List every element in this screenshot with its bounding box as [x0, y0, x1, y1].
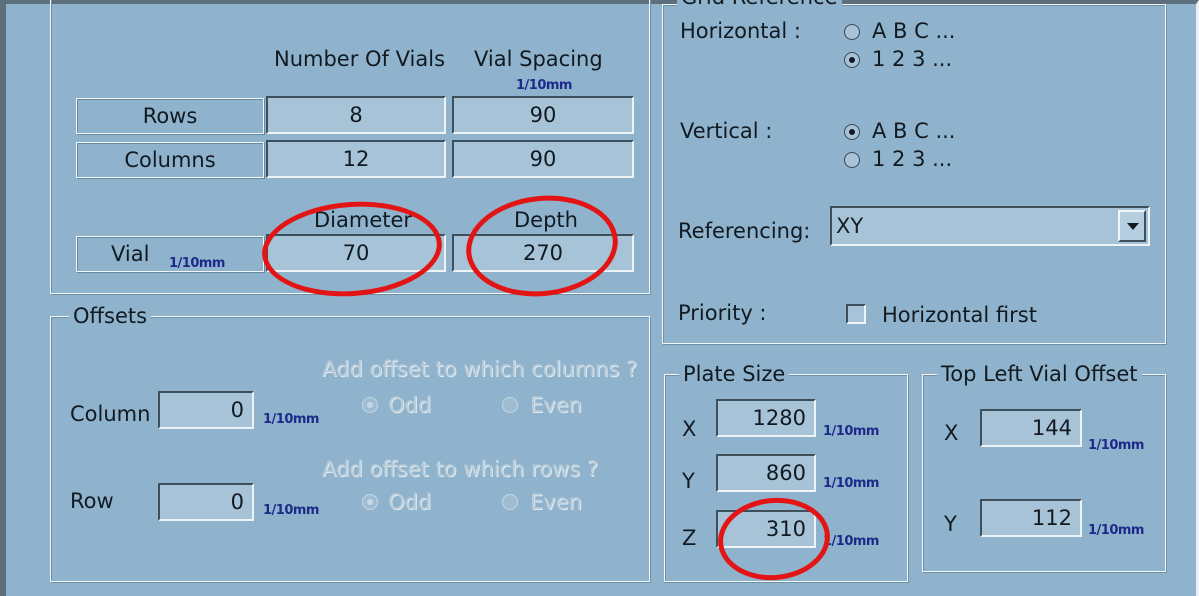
offset-x-field[interactable]: 144: [980, 409, 1082, 447]
row-offset-unit: 1/10mm: [263, 503, 319, 518]
offsets-title: Offsets: [69, 303, 152, 329]
column-offset-label: Column: [70, 402, 151, 426]
offset-y-label: Y: [944, 512, 957, 536]
plate-x-label: X: [682, 417, 697, 441]
offset-y-field[interactable]: 112: [980, 499, 1082, 537]
priority-label: Priority :: [678, 301, 767, 325]
rows-offset-question: Add offset to which rows ?: [322, 457, 598, 481]
plate-size-title: Plate Size: [679, 361, 790, 387]
plate-y-label: Y: [682, 469, 695, 493]
depth-field[interactable]: 270: [452, 234, 634, 272]
horizontal-numbers-radio[interactable]: [844, 52, 860, 68]
offset-x-label: X: [944, 421, 959, 445]
referencing-value: XY: [836, 214, 864, 238]
column-odd-radio[interactable]: [362, 397, 378, 413]
horizontal-letters-label: A B C ...: [872, 19, 956, 43]
vial-row: Vial 1/10mm: [76, 236, 264, 272]
horizontal-letters-radio[interactable]: [844, 24, 860, 40]
offset-x-unit: 1/10mm: [1088, 438, 1144, 453]
plate-y-unit: 1/10mm: [823, 476, 879, 491]
columns-offset-question: Add offset to which columns ?: [322, 357, 638, 381]
vial-spacing-unit: 1/10mm: [516, 78, 572, 93]
horizontal-first-checkbox[interactable]: [846, 304, 866, 324]
diameter-label: Diameter: [314, 208, 413, 232]
horizontal-numbers-label: 1 2 3 ...: [872, 47, 953, 71]
row-odd-radio[interactable]: [362, 494, 378, 510]
top-left-offset-group: Top Left Vial Offset: [922, 361, 1166, 572]
vertical-letters-label: A B C ...: [872, 119, 956, 143]
row-even-label: Even: [530, 490, 582, 514]
rows-spacing-field[interactable]: 90: [452, 96, 634, 134]
column-even-label: Even: [530, 393, 582, 417]
row-odd-label: Odd: [388, 490, 432, 514]
horizontal-label: Horizontal :: [680, 19, 801, 43]
depth-label: Depth: [514, 208, 578, 232]
chevron-down-icon[interactable]: [1118, 210, 1146, 242]
rows-label: Rows: [76, 98, 264, 134]
plate-x-field[interactable]: 1280: [716, 399, 816, 437]
screenshot: Number Of Vials Vial Spacing 1/10mm Rows…: [0, 0, 1199, 596]
plate-z-field[interactable]: 310: [716, 510, 816, 548]
referencing-label: Referencing:: [678, 219, 811, 243]
columns-count-field[interactable]: 12: [266, 140, 446, 178]
number-of-vials-header: Number Of Vials: [274, 47, 446, 71]
plate-y-field[interactable]: 860: [716, 454, 816, 492]
plate-settings-panel: Number Of Vials Vial Spacing 1/10mm Rows…: [0, 0, 1199, 596]
plate-z-unit: 1/10mm: [823, 534, 879, 549]
column-odd-label: Odd: [388, 393, 432, 417]
row-offset-label: Row: [70, 489, 114, 513]
grid-reference-title: Grid Reference: [677, 0, 842, 10]
columns-spacing-field[interactable]: 90: [452, 140, 634, 178]
vertical-letters-radio[interactable]: [844, 124, 860, 140]
column-offset-unit: 1/10mm: [263, 412, 319, 427]
vertical-numbers-radio[interactable]: [844, 152, 860, 168]
row-even-radio[interactable]: [502, 494, 518, 510]
column-even-radio[interactable]: [502, 397, 518, 413]
diameter-field[interactable]: 70: [266, 234, 446, 272]
plate-z-label: Z: [682, 526, 697, 550]
vertical-numbers-label: 1 2 3 ...: [872, 147, 953, 171]
row-offset-field[interactable]: 0: [158, 483, 254, 521]
vial-label: Vial: [111, 242, 150, 266]
referencing-select[interactable]: XY: [830, 206, 1150, 246]
horizontal-first-label: Horizontal first: [882, 303, 1037, 327]
plate-x-unit: 1/10mm: [823, 424, 879, 439]
column-offset-field[interactable]: 0: [158, 391, 254, 429]
rows-count-field[interactable]: 8: [266, 96, 446, 134]
vial-unit: 1/10mm: [169, 256, 225, 271]
offset-y-unit: 1/10mm: [1088, 523, 1144, 538]
top-left-offset-title: Top Left Vial Offset: [937, 361, 1142, 387]
columns-label: Columns: [76, 142, 264, 178]
vial-spacing-header: Vial Spacing: [474, 47, 603, 71]
vertical-label: Vertical :: [680, 119, 773, 143]
